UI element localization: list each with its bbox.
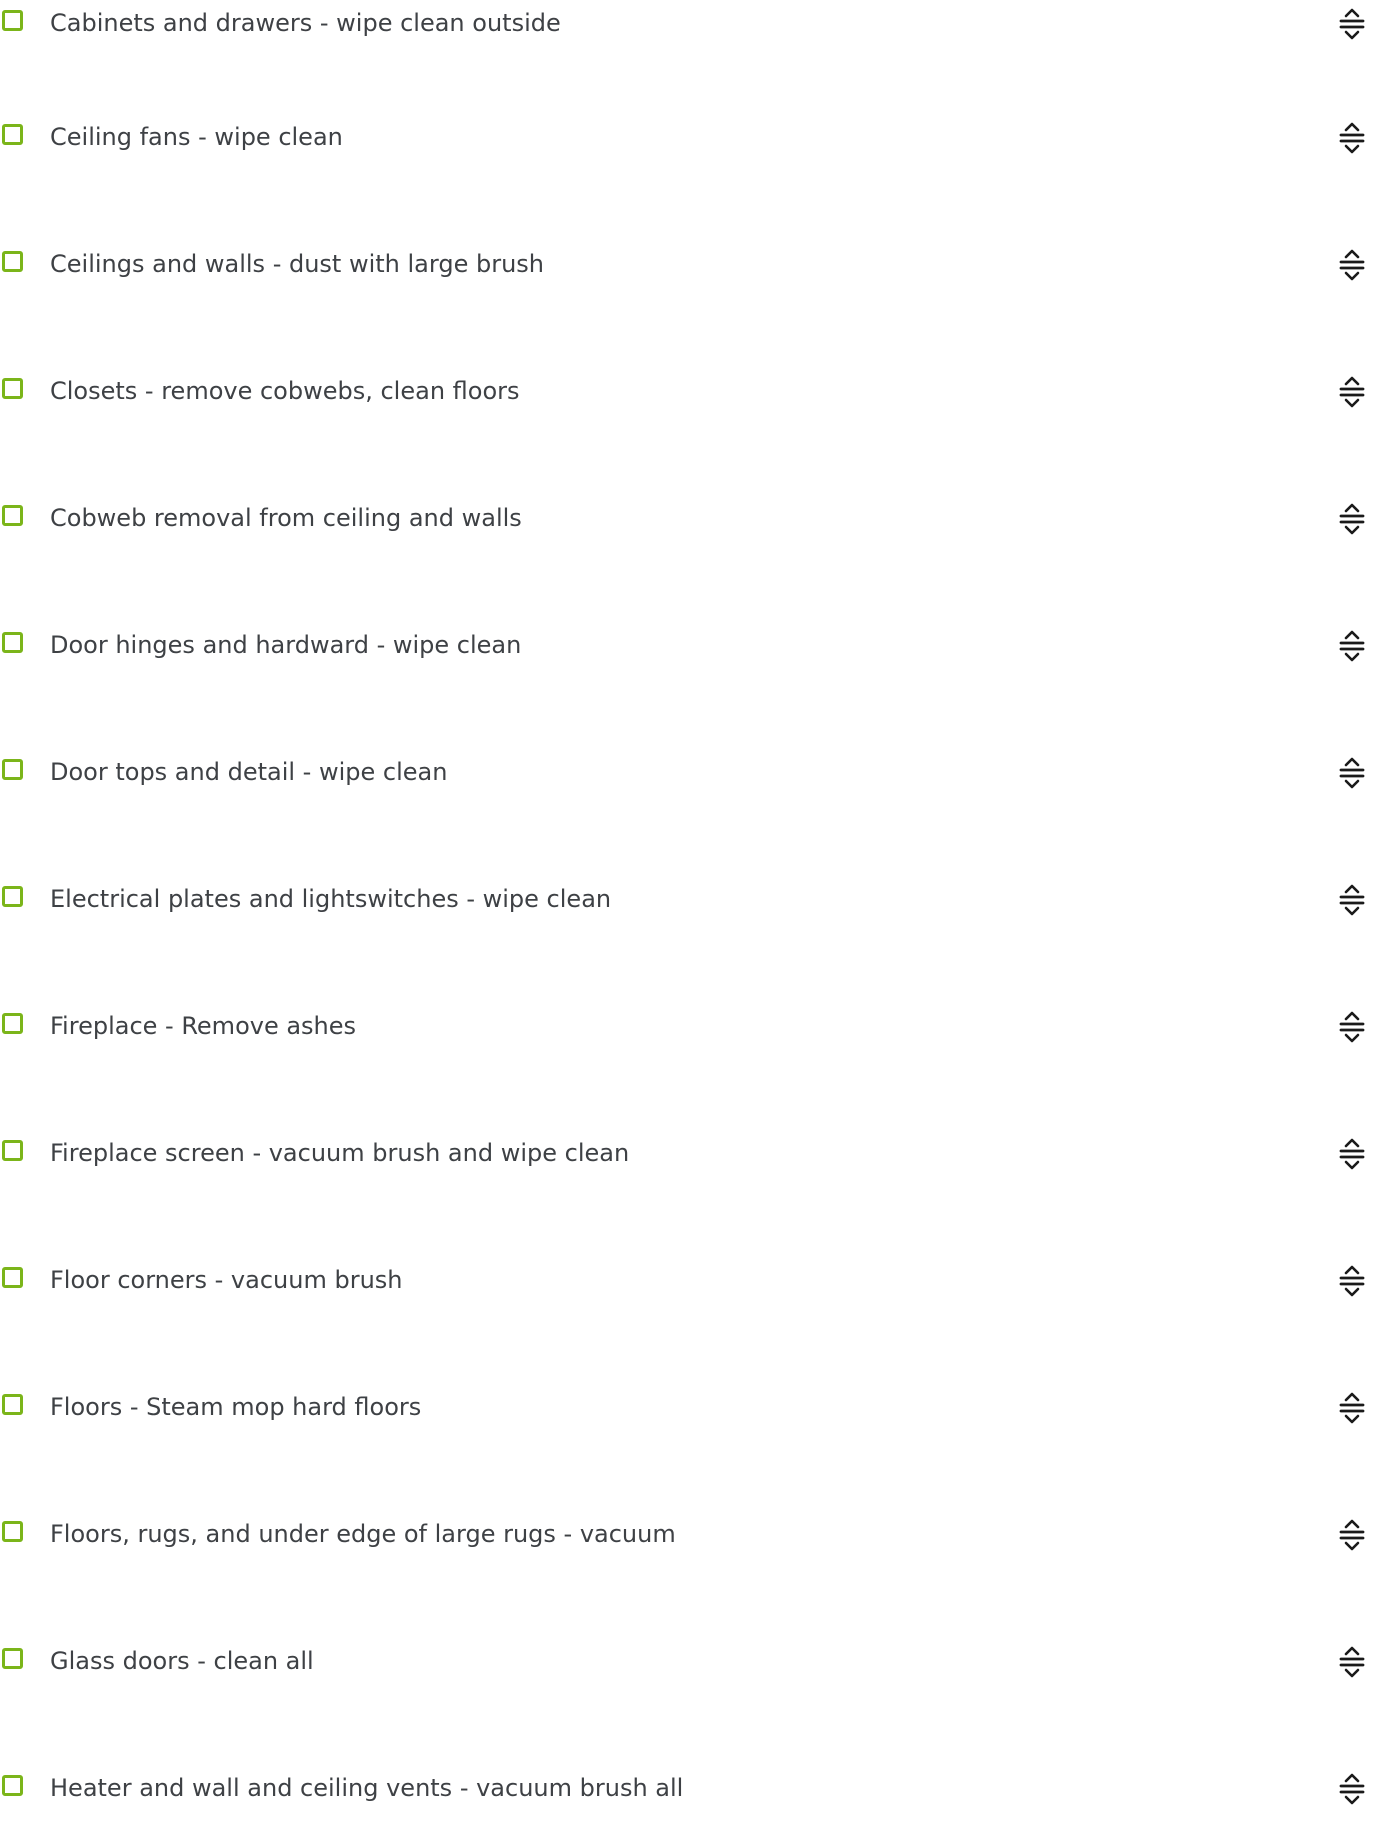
checkbox-unchecked-icon[interactable] — [2, 124, 23, 145]
checkbox-unchecked-icon[interactable] — [2, 1140, 23, 1161]
drag-handle-icon[interactable] — [1336, 629, 1368, 663]
checklist-item-label: Ceilings and walls - dust with large bru… — [50, 250, 544, 278]
checklist-item-label: Cobweb removal from ceiling and walls — [50, 504, 522, 532]
checklist-item-label: Ceiling fans - wipe clean — [50, 123, 343, 151]
checklist-item: Floor corners - vacuum brush — [0, 1261, 1377, 1301]
checkbox-unchecked-icon[interactable] — [2, 1648, 23, 1669]
checkbox-unchecked-icon[interactable] — [2, 886, 23, 907]
drag-handle-icon[interactable] — [1336, 375, 1368, 409]
checklist-item: Fireplace - Remove ashes — [0, 1007, 1377, 1047]
checklist-item-label: Fireplace screen - vacuum brush and wipe… — [50, 1139, 630, 1167]
checklist-item-label: Fireplace - Remove ashes — [50, 1012, 357, 1040]
drag-handle-icon[interactable] — [1336, 1391, 1368, 1425]
checkbox-unchecked-icon[interactable] — [2, 1013, 23, 1034]
drag-handle-icon[interactable] — [1336, 248, 1368, 282]
checklist-item: Floors, rugs, and under edge of large ru… — [0, 1515, 1377, 1555]
checklist-item-label: Closets - remove cobwebs, clean floors — [50, 377, 520, 405]
checklist-item-label: Heater and wall and ceiling vents - vacu… — [50, 1774, 684, 1802]
checklist-item-label: Cabinets and drawers - wipe clean outsid… — [50, 9, 561, 37]
drag-handle-icon[interactable] — [1336, 121, 1368, 155]
checkbox-unchecked-icon[interactable] — [2, 378, 23, 399]
checklist-item: Ceiling fans - wipe clean — [0, 118, 1377, 158]
drag-handle-icon[interactable] — [1336, 7, 1368, 41]
checkbox-unchecked-icon[interactable] — [2, 1521, 23, 1542]
drag-handle-icon[interactable] — [1336, 883, 1368, 917]
checklist-item: Cabinets and drawers - wipe clean outsid… — [0, 4, 1377, 44]
checklist-item-label: Floor corners - vacuum brush — [50, 1266, 403, 1294]
checklist-item: Glass doors - clean all — [0, 1642, 1377, 1682]
checkbox-unchecked-icon[interactable] — [2, 759, 23, 780]
checkbox-unchecked-icon[interactable] — [2, 632, 23, 653]
drag-handle-icon[interactable] — [1336, 1010, 1368, 1044]
checkbox-unchecked-icon[interactable] — [2, 1775, 23, 1796]
checklist-item: Door hinges and hardward - wipe clean — [0, 626, 1377, 666]
checkbox-unchecked-icon[interactable] — [2, 1394, 23, 1415]
drag-handle-icon[interactable] — [1336, 1518, 1368, 1552]
drag-handle-icon[interactable] — [1336, 756, 1368, 790]
checklist-item: Heater and wall and ceiling vents - vacu… — [0, 1769, 1377, 1809]
checklist-item: Fireplace screen - vacuum brush and wipe… — [0, 1134, 1377, 1174]
checkbox-unchecked-icon[interactable] — [2, 505, 23, 526]
checkbox-unchecked-icon[interactable] — [2, 1267, 23, 1288]
drag-handle-icon[interactable] — [1336, 1264, 1368, 1298]
drag-handle-icon[interactable] — [1336, 502, 1368, 536]
checklist-item: Closets - remove cobwebs, clean floors — [0, 372, 1377, 412]
checklist-item-label: Glass doors - clean all — [50, 1647, 314, 1675]
checklist-item-label: Floors, rugs, and under edge of large ru… — [50, 1520, 676, 1548]
checklist-item-label: Electrical plates and lightswitches - wi… — [50, 885, 612, 913]
checklist-item: Electrical plates and lightswitches - wi… — [0, 880, 1377, 920]
checklist-item: Floors - Steam mop hard floors — [0, 1388, 1377, 1428]
checklist-item-label: Door tops and detail - wipe clean — [50, 758, 448, 786]
drag-handle-icon[interactable] — [1336, 1137, 1368, 1171]
checkbox-unchecked-icon[interactable] — [2, 10, 23, 31]
checkbox-unchecked-icon[interactable] — [2, 251, 23, 272]
drag-handle-icon[interactable] — [1336, 1772, 1368, 1806]
checklist-item: Cobweb removal from ceiling and walls — [0, 499, 1377, 539]
drag-handle-icon[interactable] — [1336, 1645, 1368, 1679]
cleaning-checklist: Cabinets and drawers - wipe clean outsid… — [0, 0, 1377, 1822]
checklist-item-label: Floors - Steam mop hard floors — [50, 1393, 422, 1421]
checklist-item: Ceilings and walls - dust with large bru… — [0, 245, 1377, 285]
checklist-item: Door tops and detail - wipe clean — [0, 753, 1377, 793]
checklist-item-label: Door hinges and hardward - wipe clean — [50, 631, 522, 659]
